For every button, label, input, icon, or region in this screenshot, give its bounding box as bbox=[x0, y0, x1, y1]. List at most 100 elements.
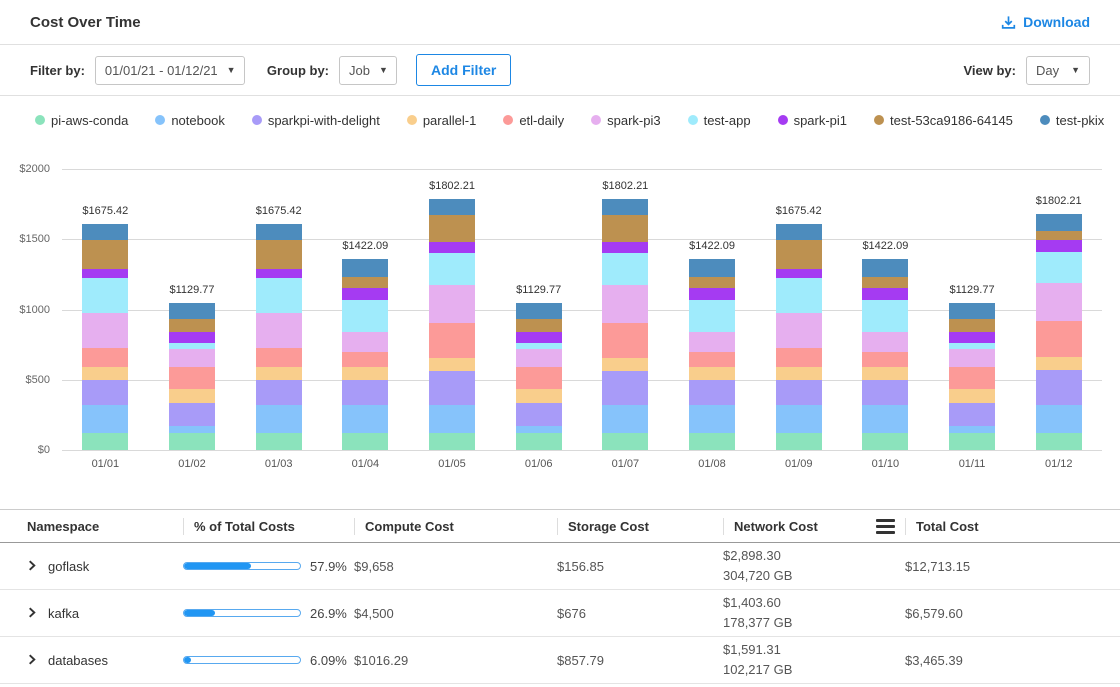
legend-item-notebook[interactable]: notebook bbox=[155, 113, 225, 128]
column-header-total: Total Cost bbox=[905, 518, 1100, 535]
bar-segment-spark-pi1 bbox=[516, 332, 562, 343]
bar-segment-pi-aws-conda bbox=[342, 433, 388, 450]
bar-segment-spark-pi3 bbox=[949, 349, 995, 366]
bar-segment-test-pkix bbox=[862, 259, 908, 277]
expand-chevron-icon[interactable] bbox=[27, 559, 37, 574]
bar-segment-etl-daily bbox=[1036, 321, 1082, 357]
column-menu-icon[interactable] bbox=[876, 519, 895, 534]
legend-label: spark-pi1 bbox=[794, 113, 847, 128]
bar-segment-spark-pi1 bbox=[169, 332, 215, 343]
bar-segment-etl-daily bbox=[82, 348, 128, 367]
add-filter-button[interactable]: Add Filter bbox=[416, 54, 511, 86]
filter-by-label: Filter by: bbox=[30, 63, 85, 78]
chevron-down-icon: ▼ bbox=[379, 66, 388, 75]
column-header-network: Network Cost bbox=[723, 518, 905, 535]
table-header: Namespace % of Total Costs Compute Cost … bbox=[0, 510, 1120, 543]
bar-segment-test-app bbox=[342, 300, 388, 332]
bar-segment-test-app bbox=[949, 343, 995, 350]
percent-bar-fill bbox=[184, 563, 251, 569]
bar-segment-test-53ca9186-64145 bbox=[776, 240, 822, 269]
legend-label: test-pkix bbox=[1056, 113, 1104, 128]
bar-segment-spark-pi1 bbox=[256, 269, 302, 278]
expand-chevron-icon[interactable] bbox=[27, 653, 37, 668]
view-by-select[interactable]: Day ▼ bbox=[1026, 56, 1090, 85]
bar-group: $1675.42 bbox=[755, 169, 842, 450]
column-header-compute: Compute Cost bbox=[354, 518, 557, 535]
legend-item-parallel-1[interactable]: parallel-1 bbox=[407, 113, 476, 128]
bar-segment-pi-aws-conda bbox=[1036, 433, 1082, 450]
bar-group: $1422.09 bbox=[842, 169, 929, 450]
bar-segment-etl-daily bbox=[862, 352, 908, 367]
bar-segment-spark-pi3 bbox=[516, 349, 562, 366]
x-axis-tick: 01/04 bbox=[322, 458, 409, 470]
namespace-cell[interactable]: goflask bbox=[27, 559, 183, 574]
bar-segment-pi-aws-conda bbox=[862, 433, 908, 450]
bar-stack[interactable] bbox=[256, 224, 302, 450]
bar-segment-etl-daily bbox=[342, 352, 388, 367]
cost-table: Namespace % of Total Costs Compute Cost … bbox=[0, 509, 1120, 684]
network-gb-value: 304,720 GB bbox=[723, 566, 905, 586]
column-header-namespace: Namespace bbox=[27, 518, 183, 535]
bar-stack[interactable] bbox=[429, 199, 475, 450]
date-range-select[interactable]: 01/01/21 - 01/12/21 ▼ bbox=[95, 56, 245, 85]
y-axis-tick: $500 bbox=[26, 374, 50, 386]
legend-item-pi-aws-conda[interactable]: pi-aws-conda bbox=[35, 113, 128, 128]
percent-value: 26.9% bbox=[310, 606, 347, 621]
bar-segment-test-53ca9186-64145 bbox=[862, 277, 908, 289]
network-cost-cell: $2,898.30304,720 GB bbox=[723, 546, 905, 586]
bar-segment-spark-pi3 bbox=[862, 332, 908, 352]
bar-segment-pi-aws-conda bbox=[602, 433, 648, 450]
namespace-cell[interactable]: databases bbox=[27, 653, 183, 668]
compute-cost-cell: $1016.29 bbox=[354, 653, 557, 668]
bar-stack[interactable] bbox=[689, 259, 735, 450]
network-cost-cell: $1,591.31102,217 GB bbox=[723, 640, 905, 680]
expand-chevron-icon[interactable] bbox=[27, 606, 37, 621]
bar-segment-test-pkix bbox=[776, 224, 822, 240]
chart-legend: pi-aws-conda notebook sparkpi-with-delight… bbox=[0, 96, 1120, 144]
bar-segment-etl-daily bbox=[949, 367, 995, 389]
percent-bar-track bbox=[183, 609, 301, 617]
legend-item-test-app[interactable]: test-app bbox=[688, 113, 751, 128]
bar-stack[interactable] bbox=[602, 199, 648, 450]
bar-segment-test-app bbox=[689, 300, 735, 332]
bar-segment-test-app bbox=[1036, 252, 1082, 283]
legend-item-etl-daily[interactable]: etl-daily bbox=[503, 113, 564, 128]
bar-stack[interactable] bbox=[862, 259, 908, 450]
namespace-cell[interactable]: kafka bbox=[27, 606, 183, 621]
storage-cost-cell: $857.79 bbox=[557, 653, 723, 668]
bar-segment-test-53ca9186-64145 bbox=[169, 319, 215, 332]
bar-stack[interactable] bbox=[342, 259, 388, 450]
bar-stack[interactable] bbox=[82, 224, 128, 450]
bar-segment-pi-aws-conda bbox=[169, 433, 215, 450]
x-axis-tick: 01/10 bbox=[842, 458, 929, 470]
x-axis-tick: 01/06 bbox=[495, 458, 582, 470]
group-by-select[interactable]: Job ▼ bbox=[339, 56, 397, 85]
legend-item-spark-pi3[interactable]: spark-pi3 bbox=[591, 113, 660, 128]
bar-stack[interactable] bbox=[169, 303, 215, 450]
legend-item-test-53ca9186-64145[interactable]: test-53ca9186-64145 bbox=[874, 113, 1013, 128]
bar-stack[interactable] bbox=[776, 224, 822, 450]
legend-item-sparkpi-with-delight[interactable]: sparkpi-with-delight bbox=[252, 113, 380, 128]
bar-segment-sparkpi-with-delight bbox=[342, 380, 388, 405]
percent-cell: 26.9% bbox=[183, 606, 354, 621]
bar-group: $1422.09 bbox=[322, 169, 409, 450]
network-cost-cell: $1,403.60178,377 GB bbox=[723, 593, 905, 633]
bar-segment-notebook bbox=[776, 405, 822, 432]
bar-segment-notebook bbox=[689, 405, 735, 432]
legend-item-spark-pi1[interactable]: spark-pi1 bbox=[778, 113, 847, 128]
x-axis-labels: 01/0101/0201/0301/0401/0501/0601/0701/08… bbox=[62, 458, 1102, 470]
percent-value: 6.09% bbox=[310, 653, 347, 668]
storage-cost-cell: $156.85 bbox=[557, 559, 723, 574]
bar-stack[interactable] bbox=[949, 303, 995, 450]
bar-segment-parallel-1 bbox=[862, 367, 908, 380]
download-button[interactable]: Download bbox=[1001, 14, 1090, 30]
bar-segment-test-pkix bbox=[256, 224, 302, 240]
legend-item-test-pkix[interactable]: test-pkix bbox=[1040, 113, 1104, 128]
bar-segment-test-app bbox=[776, 278, 822, 313]
bar-stack[interactable] bbox=[516, 303, 562, 450]
bar-stack[interactable] bbox=[1036, 214, 1082, 450]
bar-segment-spark-pi1 bbox=[602, 242, 648, 254]
bar-segment-pi-aws-conda bbox=[949, 433, 995, 450]
y-axis-tick: $1000 bbox=[19, 304, 50, 316]
legend-dot bbox=[407, 115, 417, 125]
